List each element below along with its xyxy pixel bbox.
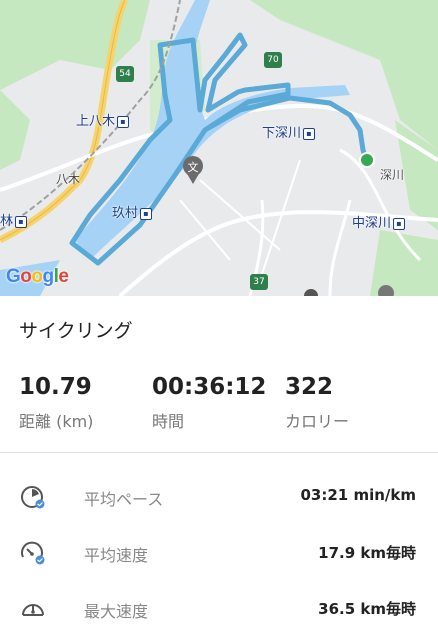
- distance-value: 10.79: [19, 374, 92, 400]
- pace-gauge-icon: [21, 486, 45, 509]
- route-badge-70: 70: [264, 52, 282, 68]
- route-map[interactable]: 文 54 70 37 上八木 ▪ 八木 林 ▪ 玖村 ▪ 下深川 ▪ 深川 中深川 ▪ G…: [0, 0, 438, 296]
- distance-label: 距離 (km): [19, 412, 94, 431]
- calories-label: カロリー: [285, 412, 350, 431]
- stat-calories: 322 カロリー: [285, 374, 349, 432]
- speed-gauge-icon: [21, 541, 45, 565]
- svg-text:文: 文: [188, 160, 199, 174]
- avg-pace-value: 03:21 min/km: [300, 486, 416, 504]
- max-speed-value: 36.5 km毎時: [318, 600, 416, 618]
- station-label-kumura[interactable]: 玖村 ▪: [112, 202, 153, 221]
- calories-value: 322: [285, 374, 334, 400]
- map-canvas: 文: [0, 0, 438, 296]
- station-label-nakafukawa[interactable]: 中深川 ▪: [352, 212, 406, 231]
- google-logo: Google: [6, 266, 69, 287]
- station-label-shimofukawa[interactable]: 下深川 ▪: [262, 122, 316, 141]
- duration-value: 00:36:12: [152, 374, 267, 400]
- place-label-yagi: 八木: [56, 172, 81, 186]
- station-label-kamiyagi[interactable]: 上八木 ▪: [76, 110, 130, 129]
- divider: [0, 452, 438, 453]
- max-speed-label: 最大速度: [84, 602, 149, 621]
- place-label-fukawa: 深川: [380, 168, 405, 182]
- stat-duration: 00:36:12 時間: [152, 374, 266, 432]
- route-badge-54: 54: [116, 66, 134, 82]
- avg-speed-value: 17.9 km毎時: [318, 544, 416, 562]
- detail-row-avg-speed: 平均速度 17.9 km毎時: [0, 526, 438, 582]
- detail-row-max-speed: 最大速度 36.5 km毎時: [0, 582, 438, 638]
- max-speed-gauge-icon: [22, 604, 44, 616]
- avg-speed-label: 平均速度: [84, 546, 149, 565]
- detail-row-avg-pace: 平均ペース 03:21 min/km: [0, 470, 438, 526]
- station-label-hayashi[interactable]: 林 ▪: [0, 210, 28, 229]
- stat-distance: 10.79 距離 (km): [19, 374, 93, 432]
- activity-type-title: サイクリング: [19, 320, 133, 342]
- route-badge-37: 37: [250, 274, 268, 290]
- duration-label: 時間: [152, 412, 185, 431]
- avg-pace-label: 平均ペース: [84, 490, 164, 509]
